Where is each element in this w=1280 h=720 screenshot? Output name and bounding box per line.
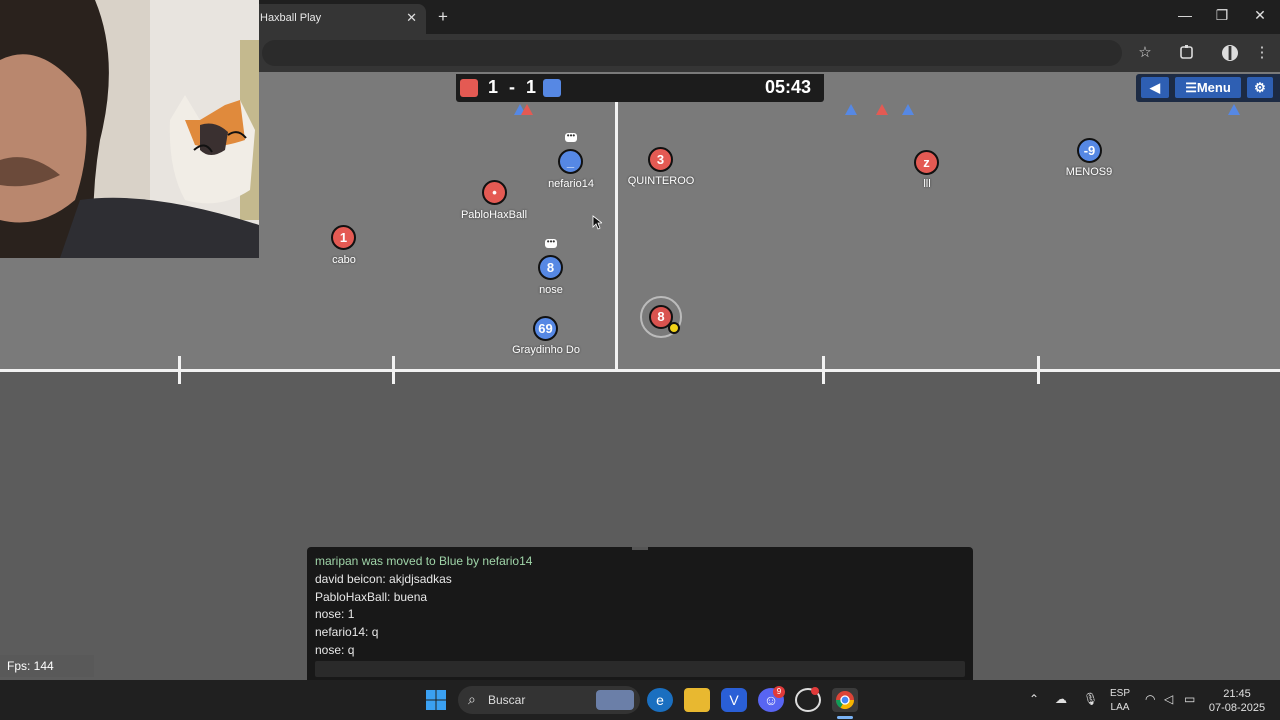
microphone-icon[interactable]: 🎙: [1083, 692, 1098, 706]
cloud-offline-icon[interactable]: ☁: [1055, 692, 1067, 706]
status-dot: [811, 687, 819, 695]
game-clock: 05:43: [765, 77, 812, 97]
chat-bubble-icon: •••: [565, 131, 577, 142]
window-close-icon[interactable]: ✕: [1250, 7, 1270, 24]
volume-icon[interactable]: ◁: [1164, 692, 1173, 706]
pitch-marker: [178, 356, 181, 384]
vimeo-icon[interactable]: V: [721, 688, 747, 712]
windows-start-icon[interactable]: [425, 689, 447, 716]
clock-time[interactable]: 21:45: [1205, 688, 1269, 700]
settings-button[interactable]: ⚙: [1247, 77, 1273, 98]
player-disc: _: [558, 149, 583, 174]
minimize-icon[interactable]: —: [1175, 7, 1195, 23]
maximize-icon[interactable]: ❐: [1212, 7, 1232, 24]
offscreen-player-indicator: [845, 104, 857, 115]
offscreen-player-indicator: [902, 104, 914, 115]
offscreen-player-indicator: [521, 104, 533, 115]
player-disc: 3: [648, 147, 673, 172]
chat-message: nose: q: [315, 643, 355, 657]
extensions-icon[interactable]: [1177, 43, 1197, 63]
mouse-cursor-icon: [592, 215, 604, 235]
chat-resize-handle[interactable]: [632, 547, 648, 550]
input-language[interactable]: ESP: [1108, 688, 1132, 699]
star-icon[interactable]: ☆: [1135, 43, 1155, 63]
offscreen-player-indicator: [876, 104, 888, 115]
player-name: QUINTEROO: [627, 175, 695, 187]
pitch-marker: [822, 356, 825, 384]
chat-message: nefario14: q: [315, 625, 379, 639]
chat-input[interactable]: [315, 661, 965, 677]
browser-tab[interactable]: Haxball Play ✕: [250, 4, 426, 34]
player-name: MENOS9: [1065, 166, 1113, 178]
keyboard-layout[interactable]: LAA: [1108, 702, 1132, 713]
player-name: PabloHaxBall: [460, 209, 528, 221]
battery-icon[interactable]: ▭: [1184, 692, 1195, 706]
pitch-marker: [392, 356, 395, 384]
player-disc: z: [914, 150, 939, 175]
center-line: [615, 102, 618, 372]
chat-message: PabloHaxBall: buena: [315, 590, 428, 604]
notification-badge: 9: [773, 686, 785, 698]
player-disc: 1: [331, 225, 356, 250]
player-name: nose: [539, 284, 563, 296]
search-placeholder: Buscar: [488, 693, 526, 707]
player-name: Graydinho Do: [512, 344, 580, 356]
player-disc: 8: [538, 255, 563, 280]
offscreen-player-indicator: [1228, 104, 1240, 115]
active-app-indicator: [837, 716, 853, 719]
address-bar[interactable]: [262, 40, 1122, 66]
blue-team-badge: [543, 79, 561, 97]
side-line: [0, 369, 1280, 372]
browser-menu-icon[interactable]: ⋮: [1252, 43, 1272, 63]
wifi-icon[interactable]: ◠: [1145, 692, 1155, 706]
ball: [668, 322, 680, 334]
edge-icon[interactable]: e: [647, 688, 673, 712]
tab-title: Haxball Play: [260, 12, 322, 24]
chrome-icon[interactable]: [832, 688, 858, 712]
player-name: cabo: [332, 254, 356, 266]
chat-message: maripan was moved to Blue by nefario14: [315, 554, 533, 568]
chat-message: nose: 1: [315, 607, 355, 621]
player-disc: •: [482, 180, 507, 205]
webcam-overlay: [0, 0, 259, 258]
player-name: lll: [923, 178, 931, 190]
chat-message: david beicon: akjdjsadkas: [315, 572, 452, 586]
red-team-badge: [460, 79, 478, 97]
search-highlight-image: [596, 690, 634, 710]
profile-icon[interactable]: [1220, 43, 1240, 63]
taskbar-search[interactable]: ⌕ Buscar: [458, 686, 640, 714]
clock-date[interactable]: 07-08-2025: [1205, 702, 1269, 714]
chevron-up-icon[interactable]: ⌃: [1029, 692, 1039, 706]
chat-bubble-icon: •••: [545, 237, 557, 248]
file-explorer-icon[interactable]: [684, 688, 710, 712]
player-disc: 69: [533, 316, 558, 341]
mute-button[interactable]: ◀: [1141, 77, 1169, 98]
score: 1 - 1: [488, 77, 540, 97]
pitch-marker: [1037, 356, 1040, 384]
new-tab-icon[interactable]: +: [435, 7, 451, 27]
player-disc: -9: [1077, 138, 1102, 163]
menu-button[interactable]: ☰Menu: [1175, 77, 1241, 98]
search-icon: ⌕: [468, 691, 476, 707]
tab-close-icon[interactable]: ✕: [406, 10, 417, 26]
fps-counter: Fps: 144: [0, 655, 94, 677]
